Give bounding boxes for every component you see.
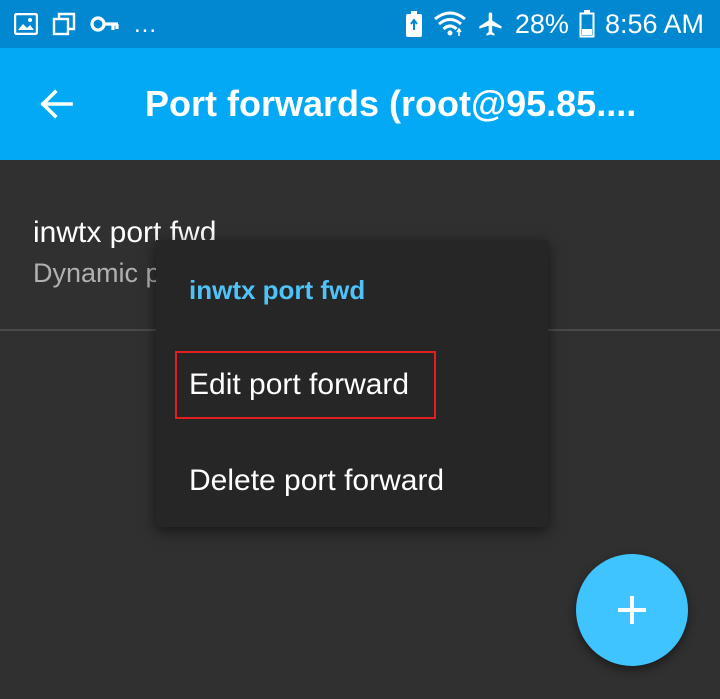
battery-percent: 28% [514,9,569,39]
status-bar-right: 28% 8:56 AM [405,8,704,40]
context-menu: inwtx port fwd Edit port forward Delete … [156,240,548,527]
page-title: Port forwards (root@95.85.... [145,83,637,124]
status-bar: ... 28% 8:56 AM [0,0,720,48]
edit-port-forward-item[interactable]: Edit port forward [156,343,548,427]
image-icon [14,13,38,35]
port-forward-type: Dynamic p [33,258,161,288]
notification-overflow: ... [134,11,158,38]
battery-icon [579,10,595,38]
key-icon [90,14,120,34]
menu-item-label: Edit port forward [189,368,410,401]
arrow-left-icon [39,89,73,119]
context-menu-title: inwtx port fwd [189,275,366,305]
back-button[interactable] [26,76,86,132]
menu-item-label: Delete port forward [189,464,445,497]
clock: 8:56 AM [604,9,704,39]
status-bar-left: ... [14,10,157,38]
app-bar: Port forwards (root@95.85.... [0,48,720,160]
battery-saver-icon [405,11,423,37]
airplane-icon [477,10,505,38]
delete-port-forward-item[interactable]: Delete port forward [156,439,548,523]
add-port-forward-button[interactable] [576,554,688,666]
plus-icon [616,594,648,626]
recents-icon [52,12,76,36]
wifi-icon [433,10,467,38]
